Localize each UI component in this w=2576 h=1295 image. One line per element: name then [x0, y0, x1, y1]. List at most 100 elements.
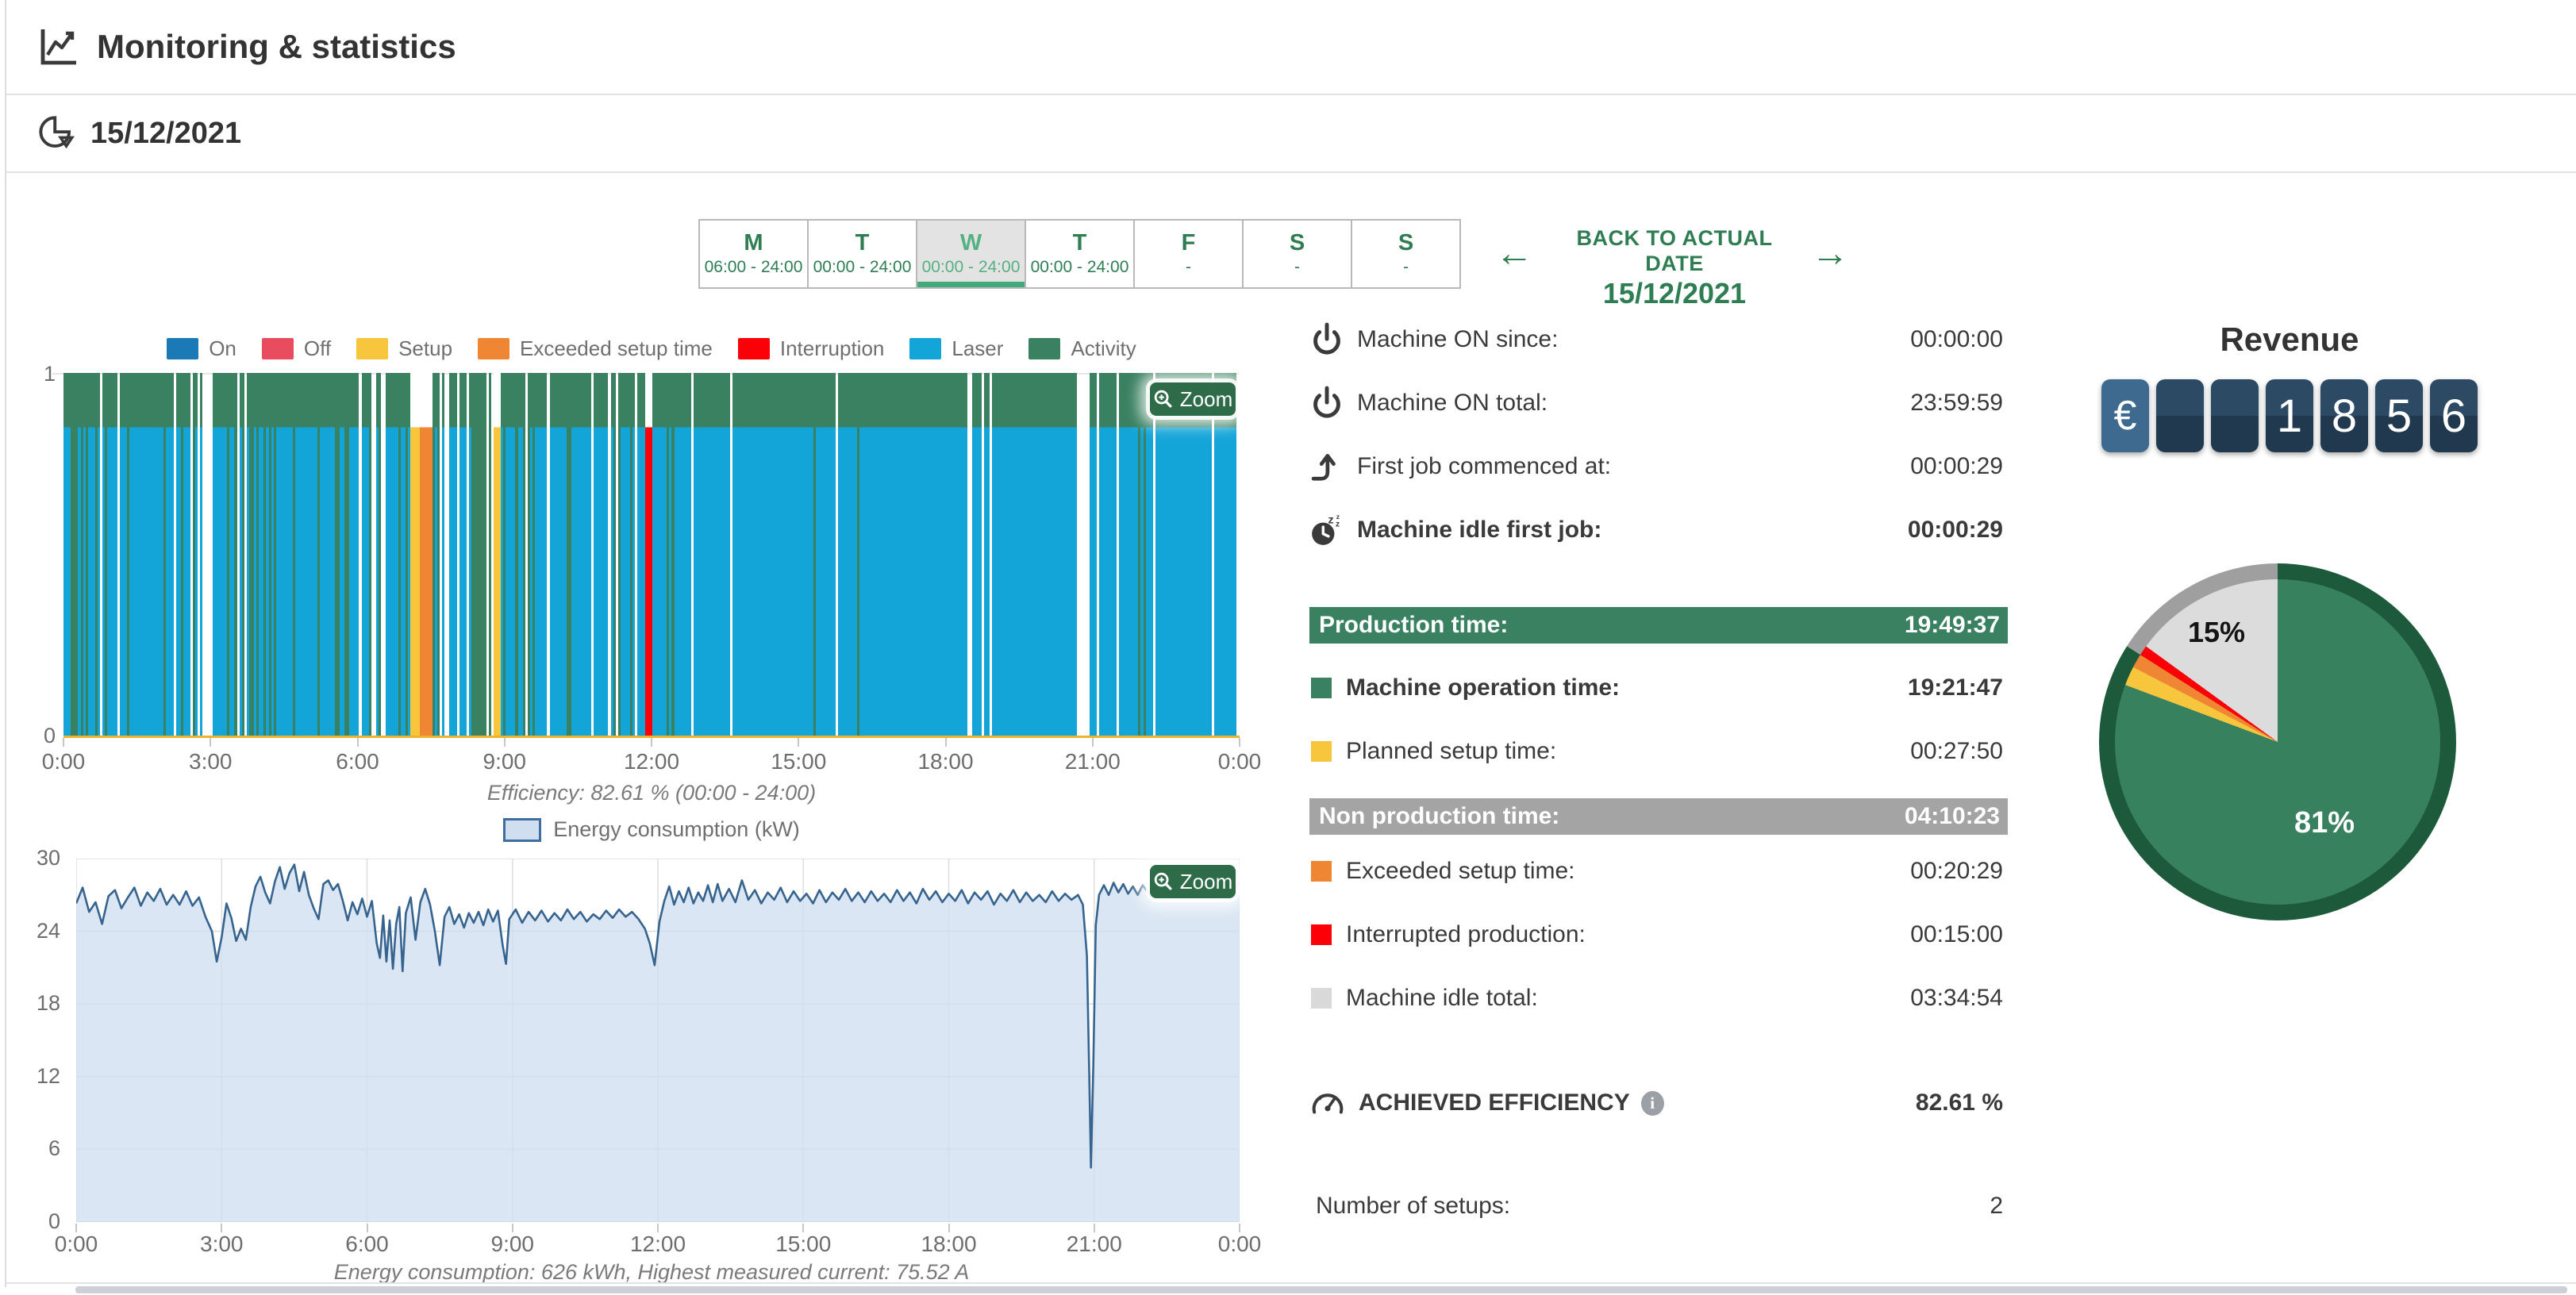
week-day-1-t[interactable]: T00:00 - 24:00	[807, 221, 916, 287]
revenue-digit-1	[2211, 379, 2259, 452]
timeline-y-max-label: 1	[29, 362, 56, 386]
week-day-hours: 00:00 - 24:00	[813, 256, 912, 279]
revenue-digit-3: 8	[2320, 379, 2368, 452]
stat-row-machine-operation-time: Machine operation time:19:21:47	[1309, 669, 2008, 707]
energy-y-label: 6	[24, 1136, 60, 1161]
legend-swatch	[478, 338, 509, 359]
idle-clock-icon: zzz	[1309, 512, 1344, 548]
legend-item-setup: Setup	[356, 336, 452, 361]
stat-label: Machine ON since:	[1357, 326, 1558, 353]
stat-row-first-job-commenced-at: First job commenced at: 00:00:29	[1309, 448, 2008, 486]
color-swatch	[1311, 678, 1332, 698]
x-axis-label: 21:00	[1065, 749, 1121, 774]
x-axis-label: 0:00	[42, 749, 86, 774]
legend-label: On	[209, 336, 236, 361]
legend-item-off: Off	[262, 336, 331, 361]
zoom-button-label: Zoom	[1180, 870, 1232, 894]
svg-text:z: z	[1336, 513, 1340, 521]
horizontal-scrollbar[interactable]	[75, 1286, 2567, 1293]
energy-legend-swatch	[503, 818, 541, 842]
revenue-pie-chart: 15% 81%	[2099, 563, 2456, 920]
card-left-border	[5, 0, 6, 1287]
non-production-time-label: Non production time:	[1319, 803, 1559, 830]
stat-label: First job commenced at:	[1357, 453, 1611, 480]
timeline-zoom-button[interactable]: Zoom	[1150, 382, 1236, 416]
stat-label: Machine operation time:	[1346, 674, 1620, 701]
monitoring-dashboard: Monitoring & statistics 15/12/2021 M06:0…	[0, 0, 2576, 1295]
x-axis-tick	[504, 738, 506, 747]
energy-zoom-button[interactable]: Zoom	[1150, 865, 1236, 898]
number-of-setups-row: Number of setups: 2	[1309, 1187, 2008, 1225]
legend-swatch	[167, 338, 198, 359]
stat-value: 00:00:00	[1910, 326, 2003, 353]
production-time-label: Production time:	[1319, 612, 1508, 639]
x-axis-label: 0:00	[1218, 749, 1262, 774]
revenue-digit-5: 6	[2430, 379, 2478, 452]
pie-label-idle: 15%	[2188, 616, 2245, 649]
revenue-digit-0	[2156, 379, 2204, 452]
revenue-digit-2: 1	[2266, 379, 2313, 452]
stat-row-planned-setup-time: Planned setup time:00:27:50	[1309, 732, 2008, 770]
date-header: 15/12/2021	[6, 95, 2576, 173]
legend-item-laser: Laser	[909, 336, 1003, 361]
legend-item-interruption: Interruption	[738, 336, 885, 361]
stat-row-exceeded-setup-time: Exceeded setup time:00:20:29	[1309, 852, 2008, 890]
energy-y-label: 18	[24, 991, 60, 1016]
magnifier-plus-icon	[1153, 389, 1174, 409]
x-axis-label: 3:00	[200, 1232, 244, 1257]
achieved-efficiency-value: 82.61 %	[1916, 1089, 2003, 1116]
legend-label: Activity	[1071, 336, 1136, 361]
legend-label: Setup	[398, 336, 452, 361]
x-axis-label: 12:00	[624, 749, 679, 774]
week-day-2-w[interactable]: W00:00 - 24:00	[916, 221, 1025, 287]
stat-value: 00:00:29	[1910, 453, 2003, 480]
stat-value: 23:59:59	[1910, 390, 2003, 417]
currency-tile: €	[2101, 379, 2149, 452]
week-day-0-m[interactable]: M06:00 - 24:00	[700, 221, 807, 287]
x-axis-label: 18:00	[917, 749, 973, 774]
stat-row-machine-idle-first-job: zzzMachine idle first job:00:00:29	[1309, 511, 2008, 549]
legend-swatch	[909, 338, 941, 359]
timeline-x-ticks	[63, 738, 1240, 747]
x-axis-label: 15:00	[775, 1232, 831, 1257]
week-day-3-t[interactable]: T00:00 - 24:00	[1025, 221, 1133, 287]
energy-y-label: 12	[24, 1064, 60, 1089]
energy-y-label: 24	[24, 919, 60, 943]
pie-chart-icon	[37, 113, 76, 153]
stat-label: Exceeded setup time:	[1346, 858, 1575, 885]
page-title: Monitoring & statistics	[97, 28, 456, 66]
machine-stats-panel: Production time: 19:49:37 Non production…	[1309, 0, 2008, 1295]
energy-legend: Energy consumption (kW)	[63, 817, 1240, 842]
production-time-header: Production time: 19:49:37	[1309, 607, 2008, 644]
x-axis-tick	[945, 738, 947, 747]
number-of-setups-value: 2	[1990, 1193, 2003, 1220]
gauge-icon	[1309, 1086, 1346, 1120]
stat-value: 00:15:00	[1910, 921, 2003, 948]
legend-label: Laser	[952, 336, 1003, 361]
first-job-icon	[1309, 448, 1344, 485]
stat-label: Planned setup time:	[1346, 738, 1556, 765]
revenue-counter: €1856	[2101, 379, 2478, 452]
week-day-letter: W	[960, 229, 982, 256]
zoom-button-label: Zoom	[1180, 387, 1232, 412]
energy-y-label: 0	[24, 1209, 60, 1234]
x-axis-label: 0:00	[55, 1232, 98, 1257]
stat-label: Machine idle total:	[1346, 985, 1538, 1012]
non-production-time-header: Non production time: 04:10:23	[1309, 798, 2008, 835]
energy-y-label: 30	[24, 846, 60, 870]
revenue-title: Revenue	[2103, 321, 2476, 359]
x-axis-label: 0:00	[1218, 1232, 1262, 1257]
week-day-4-f[interactable]: F-	[1133, 221, 1242, 287]
timeline-legend: OnOffSetupExceeded setup timeInterruptio…	[63, 336, 1240, 361]
x-axis-tick	[63, 738, 64, 747]
stat-row-machine-on-total: Machine ON total:23:59:59	[1309, 384, 2008, 422]
stat-label: Machine idle first job:	[1357, 517, 1601, 544]
legend-swatch	[738, 338, 770, 359]
x-axis-label: 18:00	[921, 1232, 976, 1257]
timeline-bars	[63, 373, 1240, 736]
energy-consumption-chart	[76, 859, 1240, 1222]
energy-x-labels: 0:003:006:009:0012:0015:0018:0021:000:00	[76, 1232, 1240, 1258]
legend-swatch	[262, 338, 294, 359]
info-icon[interactable]: i	[1641, 1091, 1664, 1116]
legend-label: Interruption	[780, 336, 885, 361]
